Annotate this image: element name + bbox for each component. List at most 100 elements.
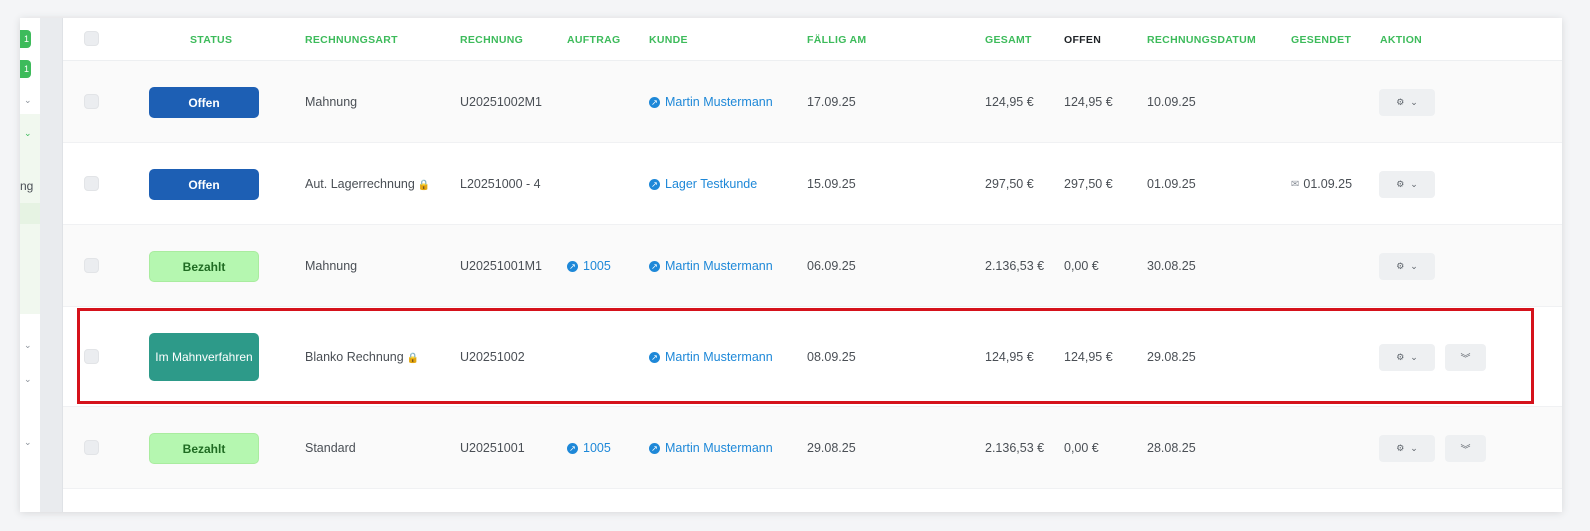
sent-date: ✉ 01.09.25 bbox=[1291, 177, 1353, 191]
header-rechnung[interactable]: RECHNUNG bbox=[460, 34, 523, 46]
content-gutter bbox=[40, 18, 63, 512]
gear-icon: ⚙ bbox=[1396, 179, 1405, 189]
open-amount: 0,00 € bbox=[1064, 441, 1099, 455]
table-row[interactable]: Offen Mahnung U20251002M1 ↗ Martin Muster… bbox=[63, 61, 1562, 143]
order-link[interactable]: ↗ 1005 bbox=[567, 441, 611, 455]
invoice-type: Standard bbox=[305, 441, 356, 455]
due-date: 08.09.25 bbox=[807, 350, 856, 364]
lock-icon: 🔒 bbox=[406, 353, 420, 364]
total-amount: 124,95 € bbox=[985, 350, 1034, 364]
actions-dropdown-button[interactable]: ⚙ ⌄ bbox=[1379, 435, 1435, 462]
status-badge: Bezahlt bbox=[149, 433, 259, 464]
invoice-number[interactable]: U20251001 bbox=[460, 441, 525, 455]
status-badge: Bezahlt bbox=[149, 251, 259, 282]
header-status[interactable]: STATUS bbox=[190, 34, 232, 46]
external-link-icon: ↗ bbox=[649, 260, 660, 272]
status-badge: Offen bbox=[149, 87, 259, 118]
invoice-type: Mahnung bbox=[305, 95, 358, 109]
lock-icon: 🔒 bbox=[417, 180, 431, 191]
actions-dropdown-button[interactable]: ⚙ ⌄ bbox=[1379, 344, 1435, 371]
customer-link[interactable]: ↗ Lager Testkunde bbox=[649, 177, 757, 191]
table-row[interactable]: Offen Aut. Lagerrechnung 🔒 L20251000 - 4 … bbox=[63, 143, 1562, 225]
row-checkbox[interactable] bbox=[84, 176, 99, 191]
actions-dropdown-button[interactable]: ⚙ ⌄ bbox=[1379, 89, 1435, 116]
chevron-down-icon: ⌄ bbox=[1410, 179, 1418, 189]
external-link-icon: ↗ bbox=[649, 178, 660, 190]
chevron-down-icon[interactable]: ⌄ bbox=[24, 340, 32, 351]
header-faellig[interactable]: FÄLLIG AM bbox=[807, 34, 866, 46]
gear-icon: ⚙ bbox=[1396, 261, 1405, 271]
sidebar-count-badge[interactable]: 1 bbox=[20, 30, 31, 48]
invoice-number[interactable]: U20251002 bbox=[460, 350, 525, 364]
header-kunde[interactable]: KUNDE bbox=[649, 34, 688, 46]
status-badge: Offen bbox=[149, 169, 259, 200]
customer-link[interactable]: ↗ Martin Mustermann bbox=[649, 259, 773, 273]
invoice-number[interactable]: U20251002M1 bbox=[460, 95, 542, 109]
customer-link[interactable]: ↗ Martin Mustermann bbox=[649, 350, 773, 364]
chevron-down-icon[interactable]: ⌄ bbox=[24, 95, 32, 106]
double-chevron-down-icon: ︾ bbox=[1460, 445, 1471, 456]
total-amount: 297,50 € bbox=[985, 177, 1034, 191]
expand-row-button[interactable]: ︾ bbox=[1445, 344, 1486, 371]
open-amount: 124,95 € bbox=[1064, 350, 1113, 364]
header-rechnungsdatum[interactable]: RECHNUNGSDATUM bbox=[1147, 34, 1256, 46]
total-amount: 2.136,53 € bbox=[985, 259, 1045, 273]
app-frame: 1 1 ⌄ ⌄ ng ⌄ ⌄ ⌄ STATUS RECHNUNGSART REC… bbox=[20, 18, 1562, 512]
invoice-type: Aut. Lagerrechnung 🔒 bbox=[305, 177, 431, 191]
table-row[interactable]: Im Mahnverfahren Blanko Rechnung 🔒 U20251… bbox=[63, 307, 1562, 407]
open-amount: 0,00 € bbox=[1064, 259, 1099, 273]
chevron-down-icon[interactable]: ⌄ bbox=[24, 374, 32, 385]
chevron-down-icon: ⌄ bbox=[1410, 443, 1418, 453]
open-amount: 297,50 € bbox=[1064, 177, 1113, 191]
double-chevron-down-icon: ︾ bbox=[1460, 354, 1471, 365]
external-link-icon: ↗ bbox=[649, 442, 660, 454]
header-gesendet[interactable]: GESENDET bbox=[1291, 34, 1351, 46]
table-header: STATUS RECHNUNGSART RECHNUNG AUFTRAG KUN… bbox=[63, 18, 1562, 61]
header-aktion: AKTION bbox=[1380, 34, 1423, 46]
table-row[interactable]: Bezahlt Standard U20251001 ↗ 1005 ↗ Martin… bbox=[63, 407, 1562, 489]
chevron-down-icon: ⌄ bbox=[1410, 261, 1418, 271]
status-badge: Im Mahnverfahren bbox=[149, 333, 259, 381]
invoice-number[interactable]: L20251000 - 4 bbox=[460, 177, 541, 191]
invoice-date: 28.08.25 bbox=[1147, 441, 1196, 455]
actions-dropdown-button[interactable]: ⚙ ⌄ bbox=[1379, 253, 1435, 280]
row-checkbox[interactable] bbox=[84, 258, 99, 273]
header-rechnungsart[interactable]: RECHNUNGSART bbox=[305, 34, 398, 46]
external-link-icon: ↗ bbox=[649, 96, 660, 108]
select-all-checkbox[interactable] bbox=[84, 31, 99, 46]
open-amount: 124,95 € bbox=[1064, 95, 1113, 109]
due-date: 15.09.25 bbox=[807, 177, 856, 191]
customer-link[interactable]: ↗ Martin Mustermann bbox=[649, 95, 773, 109]
invoice-table: STATUS RECHNUNGSART RECHNUNG AUFTRAG KUN… bbox=[63, 18, 1562, 512]
sidebar-count-badge[interactable]: 1 bbox=[20, 60, 31, 78]
due-date: 17.09.25 bbox=[807, 95, 856, 109]
order-link[interactable]: ↗ 1005 bbox=[567, 259, 611, 273]
mail-sent-icon: ✉ bbox=[1291, 178, 1300, 190]
chevron-down-icon: ⌄ bbox=[1410, 352, 1418, 362]
external-link-icon: ↗ bbox=[567, 260, 578, 272]
header-gesamt[interactable]: GESAMT bbox=[985, 34, 1032, 46]
invoice-number[interactable]: U20251001M1 bbox=[460, 259, 542, 273]
total-amount: 2.136,53 € bbox=[985, 441, 1045, 455]
chevron-down-icon[interactable]: ⌄ bbox=[24, 128, 32, 139]
due-date: 06.09.25 bbox=[807, 259, 856, 273]
expand-row-button[interactable]: ︾ bbox=[1445, 435, 1486, 462]
invoice-date: 01.09.25 bbox=[1147, 177, 1196, 191]
header-offen[interactable]: OFFEN bbox=[1064, 34, 1101, 46]
invoice-type: Mahnung bbox=[305, 259, 358, 273]
customer-link[interactable]: ↗ Martin Mustermann bbox=[649, 441, 773, 455]
header-auftrag[interactable]: AUFTRAG bbox=[567, 34, 620, 46]
table-row[interactable]: Bezahlt Mahnung U20251001M1 ↗ 1005 ↗ Marti… bbox=[63, 225, 1562, 307]
actions-dropdown-button[interactable]: ⚙ ⌄ bbox=[1379, 171, 1435, 198]
gear-icon: ⚙ bbox=[1396, 97, 1405, 107]
row-checkbox[interactable] bbox=[84, 349, 99, 364]
invoice-date: 30.08.25 bbox=[1147, 259, 1196, 273]
chevron-down-icon[interactable]: ⌄ bbox=[24, 437, 32, 448]
sidebar-active-item bbox=[20, 203, 40, 224]
sidebar-item-label[interactable]: ng bbox=[20, 179, 33, 193]
row-checkbox[interactable] bbox=[84, 94, 99, 109]
gear-icon: ⚙ bbox=[1396, 352, 1405, 362]
sidebar-fragment: 1 1 ⌄ ⌄ ng ⌄ ⌄ ⌄ bbox=[20, 18, 40, 512]
chevron-down-icon: ⌄ bbox=[1410, 97, 1418, 107]
row-checkbox[interactable] bbox=[84, 440, 99, 455]
